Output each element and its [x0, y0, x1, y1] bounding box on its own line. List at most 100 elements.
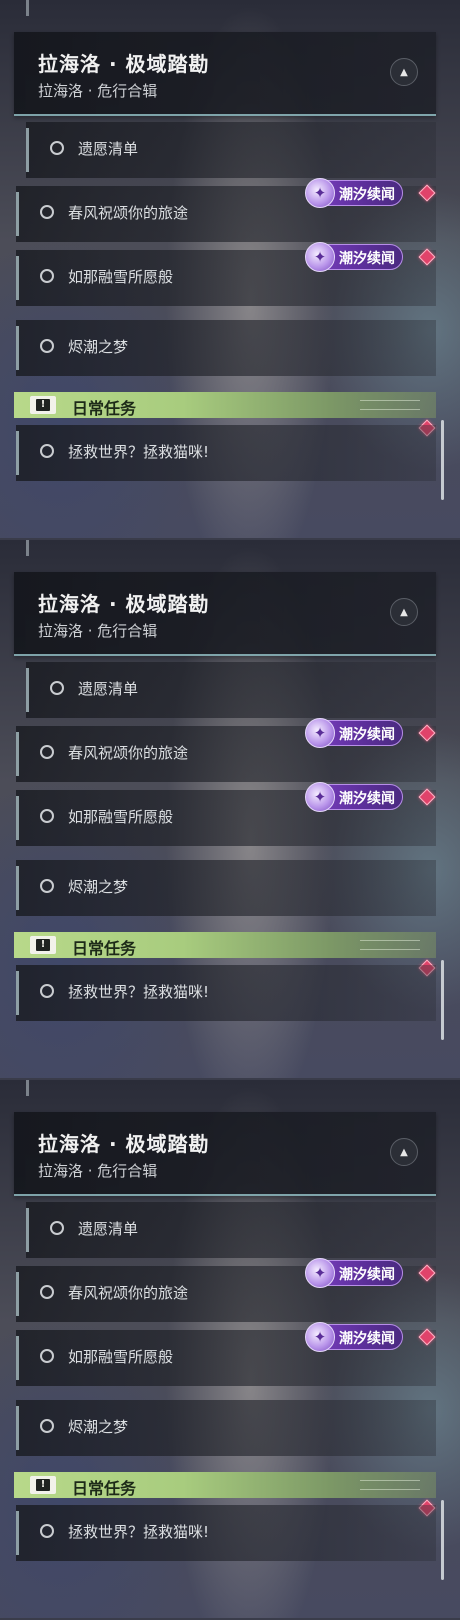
tidal-icon: ✦	[305, 242, 335, 272]
tidal-tag: ✦ 潮汐续闻	[305, 782, 403, 812]
quest-group-header[interactable]: 拉海洛 · 极域踏勘 拉海洛 · 危行合辑 ▲	[14, 32, 436, 116]
section-header-daily: ! 日常任务	[14, 392, 436, 418]
quest-label: 烬潮之梦	[68, 1418, 129, 1436]
quest-item[interactable]: 遗愿清单	[26, 662, 436, 718]
quest-bar	[16, 971, 19, 1015]
quest-bar	[16, 326, 19, 370]
quest-group-subtitle: 拉海洛 · 危行合辑	[38, 1162, 158, 1180]
quest-bar	[16, 192, 19, 236]
exclamation-icon: !	[30, 936, 56, 954]
quest-item[interactable]: 烬潮之梦	[16, 320, 436, 376]
radio-icon	[40, 984, 54, 998]
quest-group-subtitle: 拉海洛 · 危行合辑	[38, 622, 158, 640]
exclamation-icon: !	[30, 396, 56, 414]
radio-icon	[40, 205, 54, 219]
quest-group-header[interactable]: 拉海洛 · 极域踏勘 拉海洛 · 危行合辑 ▲	[14, 1112, 436, 1196]
divider-tick	[26, 1080, 29, 1096]
quest-group-header[interactable]: 拉海洛 · 极域踏勘 拉海洛 · 危行合辑 ▲	[14, 572, 436, 656]
radio-icon	[50, 1221, 64, 1235]
section-title: 日常任务	[72, 1479, 137, 1498]
divider-tick	[26, 540, 29, 556]
quest-bar	[16, 1511, 19, 1555]
section-decoration	[360, 400, 420, 410]
quest-label: 遗愿清单	[78, 140, 139, 158]
tidal-icon: ✦	[305, 178, 335, 208]
radio-icon	[40, 339, 54, 353]
quest-bar	[16, 866, 19, 910]
quest-label: 遗愿清单	[78, 680, 139, 698]
radio-icon	[40, 1524, 54, 1538]
scrollbar[interactable]	[441, 960, 444, 1040]
radio-icon	[40, 879, 54, 893]
quest-item[interactable]: 遗愿清单	[26, 1202, 436, 1258]
section-decoration	[360, 940, 420, 950]
quest-bar	[16, 256, 19, 300]
quest-bar	[16, 1336, 19, 1380]
radio-icon	[40, 1419, 54, 1433]
chevron-up-icon: ▲	[400, 1146, 408, 1158]
divider-tick	[26, 0, 29, 16]
exclamation-icon: !	[30, 1476, 56, 1494]
radio-icon	[40, 809, 54, 823]
quest-label: 拯救世界？拯救猫咪!	[68, 983, 210, 1001]
scrollbar[interactable]	[441, 420, 444, 500]
radio-icon	[50, 681, 64, 695]
tidal-tag: ✦ 潮汐续闻	[305, 242, 403, 272]
tidal-icon: ✦	[305, 1258, 335, 1288]
tag-label: 潮汐续闻	[339, 1331, 395, 1347]
chevron-up-icon: ▲	[400, 606, 408, 618]
quest-group-title: 拉海洛 · 极域踏勘	[38, 592, 210, 616]
radio-icon	[40, 745, 54, 759]
quest-label: 烬潮之梦	[68, 878, 129, 896]
tag-label: 潮汐续闻	[339, 187, 395, 203]
quest-group-subtitle: 拉海洛 · 危行合辑	[38, 82, 158, 100]
daily-quest-item[interactable]: 拯救世界？拯救猫咪!	[16, 965, 436, 1021]
quest-bar	[26, 668, 29, 712]
tag-label: 潮汐续闻	[339, 1267, 395, 1283]
section-title: 日常任务	[72, 399, 137, 418]
quest-label: 拯救世界？拯救猫咪!	[68, 1523, 210, 1541]
quest-label: 如那融雪所愿般	[68, 808, 174, 826]
tag-label: 潮汐续闻	[339, 251, 395, 267]
quest-panel: 拉海洛 · 极域踏勘 拉海洛 · 危行合辑 ▲ 遗愿清单 春风祝颂你的旅途 ✦ …	[0, 1080, 460, 1618]
section-title: 日常任务	[72, 939, 137, 958]
radio-icon	[40, 1285, 54, 1299]
quest-item[interactable]: 遗愿清单	[26, 122, 436, 178]
tidal-tag: ✦ 潮汐续闻	[305, 718, 403, 748]
quest-label: 如那融雪所愿般	[68, 268, 174, 286]
radio-icon	[50, 141, 64, 155]
quest-label: 春风祝颂你的旅途	[68, 204, 189, 222]
chevron-up-icon: ▲	[400, 66, 408, 78]
quest-label: 遗愿清单	[78, 1220, 139, 1238]
scrollbar[interactable]	[441, 1500, 444, 1580]
quest-label: 春风祝颂你的旅途	[68, 744, 189, 762]
tidal-tag: ✦ 潮汐续闻	[305, 1258, 403, 1288]
quest-item[interactable]: 烬潮之梦	[16, 1400, 436, 1456]
tidal-tag: ✦ 潮汐续闻	[305, 178, 403, 208]
tidal-icon: ✦	[305, 782, 335, 812]
section-header-daily: ! 日常任务	[14, 1472, 436, 1498]
quest-bar	[16, 796, 19, 840]
collapse-button[interactable]: ▲	[390, 598, 418, 626]
radio-icon	[40, 269, 54, 283]
collapse-button[interactable]: ▲	[390, 1138, 418, 1166]
quest-label: 如那融雪所愿般	[68, 1348, 174, 1366]
quest-item[interactable]: 烬潮之梦	[16, 860, 436, 916]
tidal-icon: ✦	[305, 718, 335, 748]
quest-bar	[16, 1406, 19, 1450]
daily-quest-item[interactable]: 拯救世界？拯救猫咪!	[16, 1505, 436, 1561]
quest-group-title: 拉海洛 · 极域踏勘	[38, 52, 210, 76]
tidal-icon: ✦	[305, 1322, 335, 1352]
radio-icon	[40, 444, 54, 458]
radio-icon	[40, 1349, 54, 1363]
tidal-tag: ✦ 潮汐续闻	[305, 1322, 403, 1352]
collapse-button[interactable]: ▲	[390, 58, 418, 86]
tag-label: 潮汐续闻	[339, 791, 395, 807]
quest-group-title: 拉海洛 · 极域踏勘	[38, 1132, 210, 1156]
quest-bar	[16, 732, 19, 776]
daily-quest-item[interactable]: 拯救世界？拯救猫咪!	[16, 425, 436, 481]
quest-label: 烬潮之梦	[68, 338, 129, 356]
quest-label: 春风祝颂你的旅途	[68, 1284, 189, 1302]
quest-bar	[16, 1272, 19, 1316]
quest-label: 拯救世界？拯救猫咪!	[68, 443, 210, 461]
